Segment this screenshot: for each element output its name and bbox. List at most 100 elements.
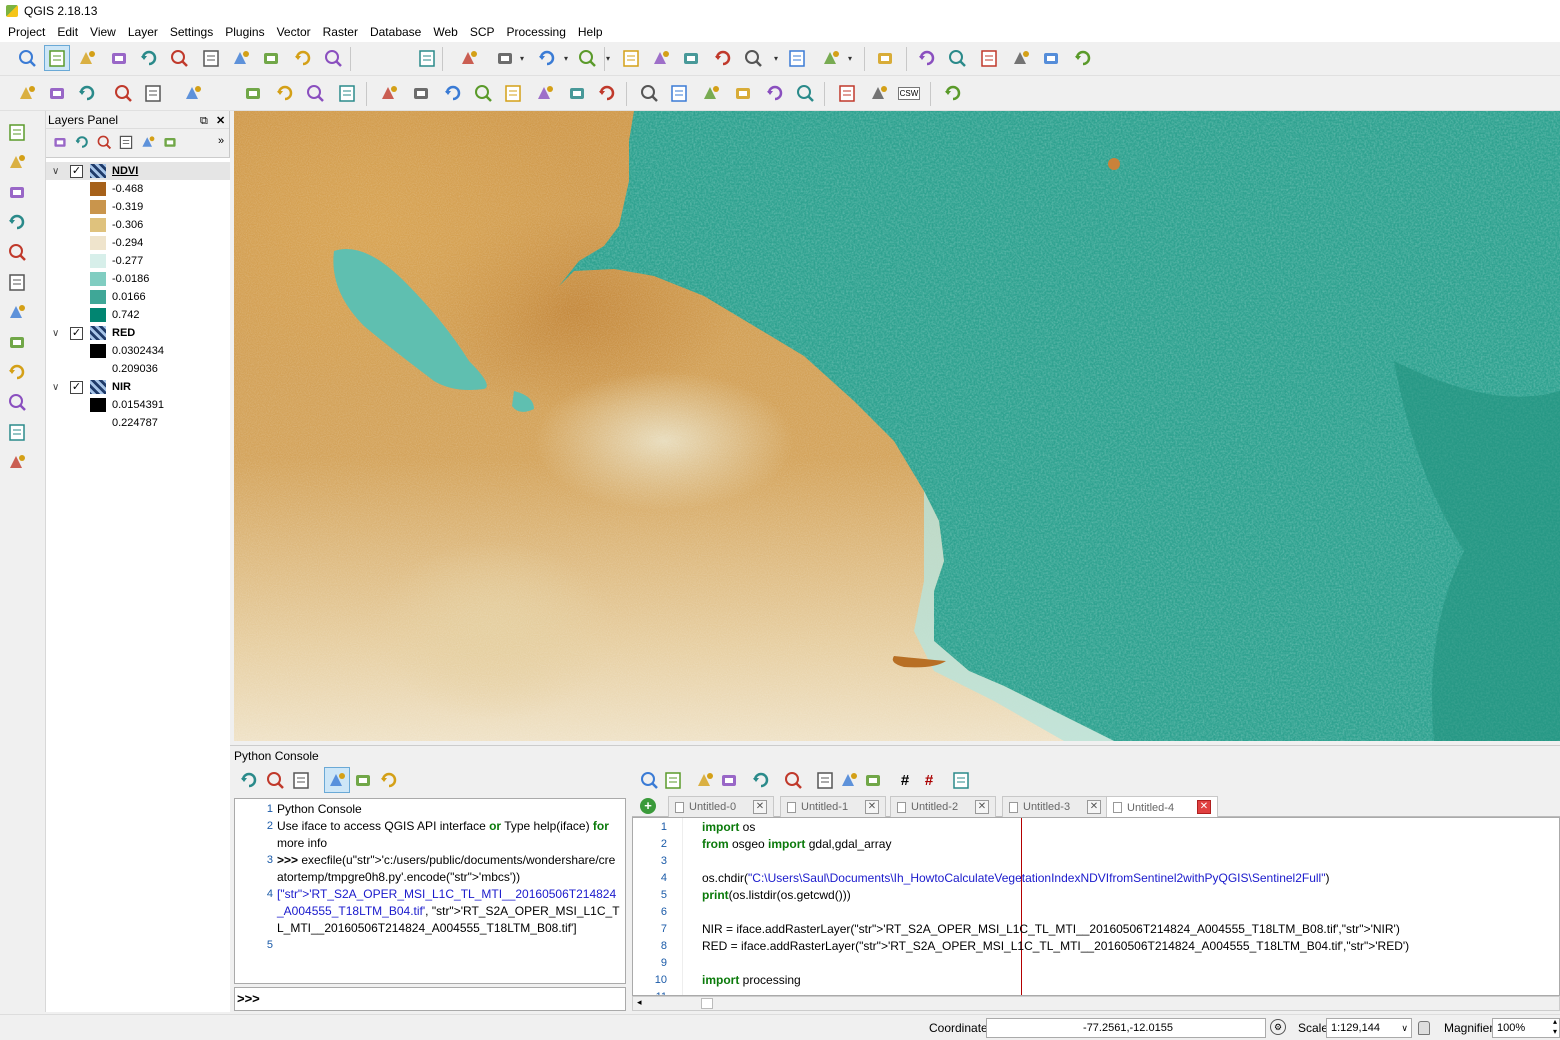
pan-to-selected-icon[interactable] — [74, 45, 100, 71]
zoom-full-icon[interactable] — [198, 45, 224, 71]
pin-labels-icon[interactable] — [470, 80, 496, 106]
layer-visibility-checkbox[interactable]: ✓ — [70, 326, 83, 340]
expression-dropdown[interactable]: ▾ — [606, 54, 610, 63]
label-abc-icon[interactable] — [376, 80, 402, 106]
clear-console-icon[interactable] — [236, 767, 262, 793]
menu-database[interactable]: Database — [364, 22, 427, 42]
delete-selected-icon[interactable] — [240, 80, 266, 106]
layer-diagram-icon[interactable] — [408, 80, 434, 106]
new-project-icon[interactable] — [914, 45, 940, 71]
map-tips-icon[interactable] — [784, 45, 810, 71]
tab-untitled-1[interactable]: Untitled-1 ✕ — [780, 796, 886, 817]
new-geopackage-icon[interactable] — [4, 449, 30, 475]
zoom-to-selection-icon[interactable] — [228, 45, 254, 71]
add-delimited-text-icon[interactable] — [4, 179, 30, 205]
close-tab-icon[interactable]: ✕ — [1087, 800, 1101, 814]
layer-nir[interactable]: ∨ ✓ NIR — [46, 378, 230, 396]
tab-untitled-0[interactable]: Untitled-0 ✕ — [668, 796, 774, 817]
rotate-label-icon[interactable] — [564, 80, 590, 106]
map-canvas[interactable] — [234, 111, 1560, 741]
close-tab-icon[interactable]: ✕ — [865, 800, 879, 814]
style-layer-icon[interactable] — [50, 131, 70, 153]
tab-untitled-2[interactable]: Untitled-2 ✕ — [890, 796, 996, 817]
add-postgis-layer-icon[interactable] — [4, 239, 30, 265]
statistics-sum-icon[interactable] — [710, 45, 736, 71]
copy-features-icon[interactable] — [302, 80, 328, 106]
run-script-icon[interactable] — [748, 767, 774, 793]
add-tab-icon[interactable]: + — [640, 798, 656, 814]
menu-layer[interactable]: Layer — [122, 22, 164, 42]
scrollbar-thumb[interactable] — [701, 998, 713, 1009]
open-project-icon[interactable] — [944, 45, 970, 71]
filter-legend-icon[interactable] — [116, 131, 136, 153]
zoom-next-icon[interactable] — [320, 45, 346, 71]
save-project-icon[interactable] — [976, 45, 1002, 71]
spin-arrows-icon[interactable]: ▴ ▾ — [1553, 1017, 1557, 1037]
select-by-expression-icon[interactable] — [574, 45, 600, 71]
add-virtual-layer-icon[interactable] — [4, 389, 30, 415]
scp-band-set-icon[interactable] — [636, 80, 662, 106]
menu-processing[interactable]: Processing — [501, 22, 572, 42]
toggle-editing-icon[interactable] — [44, 80, 70, 106]
scp-vd-icon[interactable] — [666, 80, 692, 106]
field-calculator-icon[interactable] — [678, 45, 704, 71]
identify-icon[interactable] — [456, 45, 482, 71]
composer-manager-icon[interactable] — [1070, 45, 1096, 71]
magnifier-spinbox[interactable]: 100% ▴ ▾ — [1492, 1017, 1560, 1038]
new-shapefile-icon[interactable] — [4, 359, 30, 385]
layer-ndvi[interactable]: ∨ ✓ NDVI — [46, 162, 230, 180]
import-class-icon[interactable] — [288, 767, 314, 793]
attribute-table-icon[interactable] — [648, 45, 674, 71]
add-vector-layer-icon[interactable] — [4, 119, 30, 145]
zoom-native-icon[interactable] — [166, 45, 192, 71]
polygon-select-dropdown[interactable]: ▾ — [564, 54, 568, 63]
save-as-icon[interactable] — [716, 767, 742, 793]
add-wcs-layer-icon[interactable] — [4, 329, 30, 355]
measure-icon[interactable] — [740, 45, 766, 71]
measure-dropdown[interactable]: ▾ — [774, 54, 778, 63]
menu-project[interactable]: Project — [2, 22, 51, 42]
tab-untitled-4[interactable]: Untitled-4 ✕ — [1106, 796, 1218, 818]
change-label-icon[interactable] — [594, 80, 620, 106]
lock-scale-icon[interactable] — [1418, 1021, 1430, 1035]
pan-to-selection-icon[interactable] — [14, 45, 40, 71]
help-icon[interactable] — [376, 767, 402, 793]
add-group-icon[interactable] — [72, 131, 92, 153]
scp-preprocessing-icon[interactable] — [762, 80, 788, 106]
toggle-extents-icon[interactable]: ⚙ — [1270, 1019, 1286, 1035]
save-script-icon[interactable] — [692, 767, 718, 793]
collapse-chevron-icon[interactable]: ∨ — [52, 166, 59, 177]
move-label-icon[interactable] — [532, 80, 558, 106]
cut-icon[interactable] — [812, 767, 838, 793]
manage-visibility-icon[interactable] — [94, 131, 114, 153]
scale-combo[interactable]: 1:129,144 ∨ — [1326, 1018, 1412, 1038]
pan-hand-icon[interactable] — [44, 45, 70, 71]
close-tab-icon[interactable]: ✕ — [1197, 800, 1211, 814]
object-inspector-icon[interactable] — [948, 767, 974, 793]
select-by-polygon-icon[interactable] — [534, 45, 560, 71]
python-console-output[interactable]: 1 Python Console 2 Use iface to access QGIS… — [234, 798, 626, 984]
copy-icon[interactable] — [836, 767, 862, 793]
float-panel-icon[interactable]: ⧉ — [200, 112, 208, 130]
zoom-last-icon[interactable] — [290, 45, 316, 71]
open-script-icon[interactable] — [636, 767, 662, 793]
expand-all-icon[interactable] — [160, 131, 180, 153]
add-feature-icon[interactable] — [110, 80, 136, 106]
close-tab-icon[interactable]: ✕ — [753, 800, 767, 814]
code-editor[interactable]: 1 import os 2 from osgeo import gdal,gdal_a… — [632, 817, 1560, 996]
scp-classification-icon[interactable] — [698, 80, 724, 106]
menu-plugins[interactable]: Plugins — [219, 22, 270, 42]
show-editor-icon[interactable] — [324, 767, 350, 793]
layer-visibility-checkbox[interactable]: ✓ — [70, 380, 83, 394]
find-text-icon[interactable] — [780, 767, 806, 793]
python-console-input[interactable]: >>> — [234, 987, 626, 1011]
add-gpx-icon[interactable] — [4, 419, 30, 445]
refresh-icon[interactable] — [414, 45, 440, 71]
save-edits-icon[interactable] — [74, 80, 100, 106]
menu-settings[interactable]: Settings — [164, 22, 219, 42]
text-annotation-icon[interactable] — [818, 45, 844, 71]
layer-red[interactable]: ∨ ✓ RED — [46, 324, 230, 342]
zoom-out-icon[interactable] — [136, 45, 162, 71]
wms-add-icon[interactable] — [834, 80, 860, 106]
menu-scp[interactable]: SCP — [464, 22, 501, 42]
